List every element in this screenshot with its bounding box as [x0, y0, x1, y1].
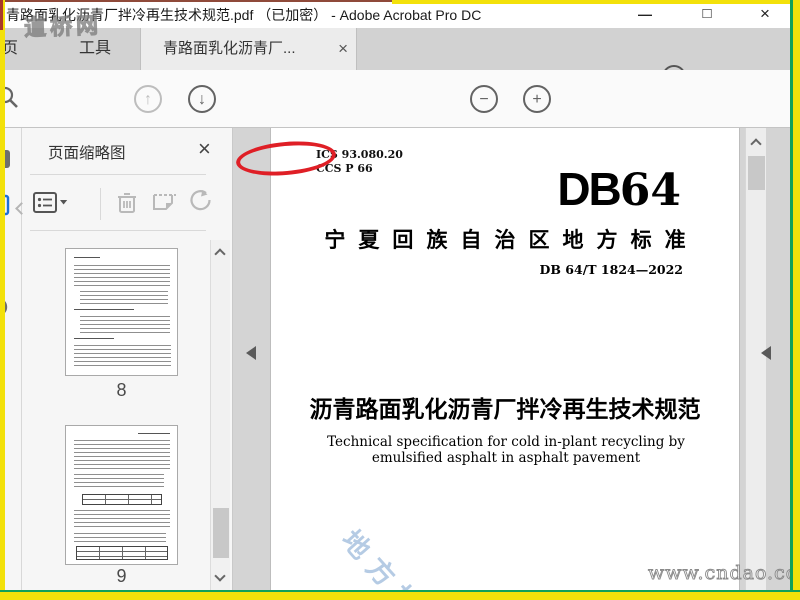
border-top-yellow [392, 0, 800, 4]
title-bar: 青路面乳化沥青厂拌冷再生技术规范.pdf （已加密） - Adobe Acrob… [0, 0, 800, 28]
border-left [0, 0, 5, 600]
minimize-button[interactable]: — [632, 2, 658, 26]
rotate-pages-icon [188, 188, 214, 221]
thumbnail-page-9[interactable] [65, 425, 178, 565]
scrollbar-thumb[interactable] [213, 508, 229, 558]
panel-title: 页面缩略图 [48, 145, 126, 162]
ccs-line: CCS P 66 [316, 162, 373, 175]
main-toolbar: ↑ ↓ 1 / 19 − + [0, 70, 800, 188]
watermark-daoqiao: 道桥网 [23, 12, 103, 42]
previous-page-button[interactable]: ↑ [134, 85, 162, 113]
tab-document-label: 青路面乳化沥青厂... [163, 40, 296, 57]
thumbnail-page-number: 8 [116, 380, 127, 400]
panel-divider2 [30, 230, 206, 231]
border-bottom-yellow [0, 592, 800, 600]
thumbnail-toolbar [22, 180, 233, 228]
pane-right-arrow-icon[interactable] [761, 346, 771, 360]
next-page-button[interactable]: ↓ [188, 85, 216, 113]
document-title-cn: 沥青路面乳化沥青厂拌冷再生技术规范 [309, 396, 701, 422]
acrobat-window: 青路面乳化沥青厂拌冷再生技术规范.pdf （已加密） - Adobe Acrob… [0, 0, 800, 600]
zoom-in-icon[interactable]: + [523, 85, 551, 113]
border-left-top [0, 0, 3, 30]
document-scrollbar[interactable] [745, 128, 766, 592]
doc-scrollbar-thumb[interactable] [748, 156, 765, 190]
content-area: 页面缩略图 × 8 9 ICS 93.080.20 CCS P 66 DB64 … [0, 128, 800, 592]
standard-name: 宁夏回族自治区地方标准 [324, 227, 699, 252]
panel-close-icon[interactable]: × [198, 136, 211, 162]
maximize-button[interactable]: □ [694, 2, 720, 26]
panel-divider [30, 174, 206, 175]
delete-pages-icon [113, 189, 141, 222]
scroll-down-icon[interactable] [214, 570, 226, 582]
thumbnail-page-number: 9 [116, 566, 127, 586]
zoom-out-icon[interactable]: − [470, 85, 498, 113]
thumbnails-scrollbar[interactable] [210, 240, 230, 592]
close-window-button[interactable]: × [752, 2, 778, 26]
document-pane: ICS 93.080.20 CCS P 66 DB64 宁夏回族自治区地方标准 … [233, 128, 800, 592]
watermark-website: www.cndao.com [648, 562, 800, 585]
thumbnail-page-8[interactable] [65, 248, 178, 376]
border-top [0, 0, 392, 2]
page-thumbnails-panel: 页面缩略图 × 8 9 [22, 128, 233, 592]
scroll-up-icon[interactable] [214, 248, 226, 260]
pane-left-arrow-icon[interactable] [246, 346, 256, 360]
doc-scroll-up-icon[interactable] [750, 138, 762, 150]
thumbnail-toolbar-divider [100, 188, 101, 220]
document-title-en: Technical specification for cold in-plan… [327, 434, 685, 466]
tab-close-icon[interactable]: × [338, 28, 348, 70]
standard-code: DB 64/T 1824—2022 [539, 262, 683, 277]
extract-pages-icon [150, 189, 180, 222]
watermark-diagonal: 地方标准 [335, 524, 457, 592]
tab-document[interactable]: 青路面乳化沥青厂... × [140, 28, 357, 70]
thumbnail-options-icon[interactable] [32, 190, 68, 221]
border-right-yellow [793, 0, 800, 600]
db64-logo: DB64 [557, 163, 681, 216]
pdf-page: ICS 93.080.20 CCS P 66 DB64 宁夏回族自治区地方标准 … [270, 128, 740, 592]
tab-bar: 主页 工具 青路面乳化沥青厂... × ? 登录 [0, 28, 800, 90]
